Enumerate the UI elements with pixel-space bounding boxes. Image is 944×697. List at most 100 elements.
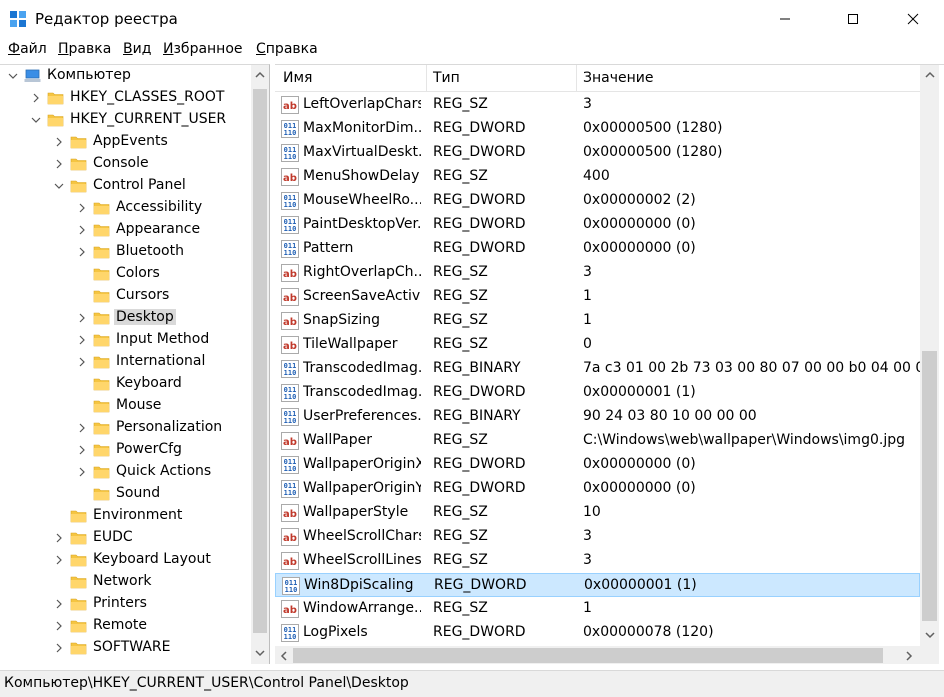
chevron-right-icon[interactable] <box>77 247 87 257</box>
tree-node[interactable]: Quick Actions <box>0 461 251 483</box>
table-row[interactable]: ab SnapSizing REG_SZ 1 <box>275 309 920 333</box>
tree-node[interactable]: International <box>0 351 251 373</box>
chevron-right-icon[interactable] <box>77 357 87 367</box>
chevron-down-icon[interactable] <box>8 71 18 81</box>
chevron-right-icon[interactable] <box>77 335 87 345</box>
tree-node[interactable]: Environment <box>0 505 251 527</box>
tree-node[interactable]: EUDC <box>0 527 251 549</box>
table-row[interactable]: 011 110 LogPixels REG_DWORD 0x00000078 (120) <box>275 621 920 645</box>
chevron-right-icon[interactable] <box>54 137 64 147</box>
table-row[interactable]: 011 110 WallpaperOriginY REG_DWORD 0x0000000… <box>275 477 920 501</box>
table-row[interactable]: ab WallpaperStyle REG_SZ 10 <box>275 501 920 525</box>
table-row[interactable]: 011 110 UserPreferences... REG_BINARY 90 24 … <box>275 405 920 429</box>
values-list[interactable]: Имя Тип Значение ab LeftOverlapChars REG_S… <box>275 64 944 664</box>
tree-node[interactable]: Mouse <box>0 395 251 417</box>
menu-help[interactable]: Справка <box>256 41 318 57</box>
list-vertical-scrollbar[interactable] <box>920 65 939 646</box>
column-header-type[interactable]: Тип <box>433 70 460 86</box>
table-row[interactable]: ab WindowArrange... REG_SZ 1 <box>275 597 920 621</box>
chevron-right-icon[interactable] <box>77 423 87 433</box>
tree-node[interactable]: Keyboard <box>0 373 251 395</box>
table-row[interactable]: 011 110 TranscodedImag... REG_BINARY 7a c3 0… <box>275 357 920 381</box>
table-row[interactable]: ab ScreenSaveActive REG_SZ 1 <box>275 285 920 309</box>
tree-node[interactable]: PowerCfg <box>0 439 251 461</box>
tree-node[interactable]: Input Method <box>0 329 251 351</box>
chevron-right-icon[interactable] <box>54 599 64 609</box>
table-row[interactable]: 011 110 MaxMonitorDim... REG_DWORD 0x0000050… <box>275 117 920 141</box>
key-tree[interactable]: Компьютер HKEY_CLASSES_ROOT HKEY_CURRENT_U… <box>0 64 270 664</box>
tree-node[interactable]: Компьютер <box>0 65 251 87</box>
column-header-name[interactable]: Имя <box>283 70 312 86</box>
table-row[interactable]: 011 110 Win8DpiScaling REG_DWORD 0x00000001 … <box>275 573 920 597</box>
chevron-down-icon[interactable] <box>31 115 41 125</box>
tree-node[interactable]: Keyboard Layout <box>0 549 251 571</box>
tree-node[interactable]: Appearance <box>0 219 251 241</box>
chevron-right-icon[interactable] <box>31 93 41 103</box>
menu-edit[interactable]: Правка <box>58 41 111 57</box>
tree-node[interactable]: Console <box>0 153 251 175</box>
value-data: 0x00000001 (1) <box>583 384 696 400</box>
table-row[interactable]: ab WallPaper REG_SZ C:\Windows\web\wallpape… <box>275 429 920 453</box>
table-row[interactable]: ab WheelScrollChars REG_SZ 3 <box>275 525 920 549</box>
minimize-button[interactable] <box>762 0 808 38</box>
tree-node[interactable]: Control Panel <box>0 175 251 197</box>
chevron-right-icon[interactable] <box>54 533 64 543</box>
scroll-right-icon[interactable] <box>905 651 913 661</box>
tree-node[interactable]: HKEY_CURRENT_USER <box>0 109 251 131</box>
menu-view[interactable]: Вид <box>123 41 151 57</box>
chevron-right-icon[interactable] <box>77 313 87 323</box>
table-row[interactable]: ab WheelScrollLines REG_SZ 3 <box>275 549 920 573</box>
chevron-down-icon[interactable] <box>54 181 64 191</box>
scroll-up-icon[interactable] <box>925 71 935 79</box>
table-row[interactable]: 011 110 TranscodedImag... REG_DWORD 0x000000… <box>275 381 920 405</box>
tree-node[interactable]: Printers <box>0 593 251 615</box>
tree-node[interactable]: Remote <box>0 615 251 637</box>
tree-node[interactable]: Bluetooth <box>0 241 251 263</box>
chevron-right-icon[interactable] <box>77 445 87 455</box>
menu-favorites[interactable]: Избранное <box>163 41 243 57</box>
tree-node[interactable]: Accessibility <box>0 197 251 219</box>
table-row[interactable]: 011 110 MouseWheelRo... REG_DWORD 0x00000002… <box>275 189 920 213</box>
folder-icon <box>70 554 87 567</box>
table-row[interactable]: ab MenuShowDelay REG_SZ 400 <box>275 165 920 189</box>
list-hscroll-thumb[interactable] <box>293 648 883 663</box>
tree-node[interactable]: Desktop <box>0 307 251 329</box>
chevron-right-icon[interactable] <box>54 621 64 631</box>
close-button[interactable] <box>890 0 936 38</box>
chevron-right-icon[interactable] <box>54 159 64 169</box>
column-header-value[interactable]: Значение <box>583 70 653 86</box>
table-row[interactable]: ab LeftOverlapChars REG_SZ 3 <box>275 93 920 117</box>
scroll-left-icon[interactable] <box>280 651 288 661</box>
chevron-right-icon[interactable] <box>54 555 64 565</box>
scroll-down-icon[interactable] <box>925 631 935 639</box>
tree-node[interactable]: SOFTWARE <box>0 637 251 659</box>
chevron-right-icon[interactable] <box>54 643 64 653</box>
chevron-right-icon[interactable] <box>77 467 87 477</box>
value-data: 3 <box>583 528 592 544</box>
scroll-down-icon[interactable] <box>255 649 265 657</box>
column-divider[interactable] <box>426 65 427 92</box>
table-row[interactable]: ab TileWallpaper REG_SZ 0 <box>275 333 920 357</box>
table-row[interactable]: 011 110 WallpaperOriginX REG_DWORD 0x0000000… <box>275 453 920 477</box>
menu-file[interactable]: Файл <box>8 41 47 57</box>
table-row[interactable]: 011 110 Pattern REG_DWORD 0x00000000 (0) <box>275 237 920 261</box>
list-vscroll-thumb[interactable] <box>922 351 937 621</box>
tree-node[interactable]: Sound <box>0 483 251 505</box>
tree-scroll-thumb[interactable] <box>253 89 267 633</box>
maximize-button[interactable] <box>830 0 876 38</box>
tree-node[interactable]: HKEY_CLASSES_ROOT <box>0 87 251 109</box>
chevron-right-icon[interactable] <box>77 225 87 235</box>
tree-node[interactable]: Personalization <box>0 417 251 439</box>
tree-node[interactable]: Network <box>0 571 251 593</box>
table-row[interactable]: 011 110 PaintDesktopVer... REG_DWORD 0x00000… <box>275 213 920 237</box>
table-row[interactable]: ab RightOverlapCh... REG_SZ 3 <box>275 261 920 285</box>
tree-node[interactable]: Cursors <box>0 285 251 307</box>
column-divider[interactable] <box>576 65 577 92</box>
scroll-up-icon[interactable] <box>255 71 265 79</box>
table-row[interactable]: 011 110 MaxVirtualDeskt... REG_DWORD 0x00000… <box>275 141 920 165</box>
tree-node[interactable]: AppEvents <box>0 131 251 153</box>
list-horizontal-scrollbar[interactable] <box>275 646 920 664</box>
tree-node[interactable]: Colors <box>0 263 251 285</box>
chevron-right-icon[interactable] <box>77 203 87 213</box>
tree-scrollbar[interactable] <box>251 65 269 664</box>
